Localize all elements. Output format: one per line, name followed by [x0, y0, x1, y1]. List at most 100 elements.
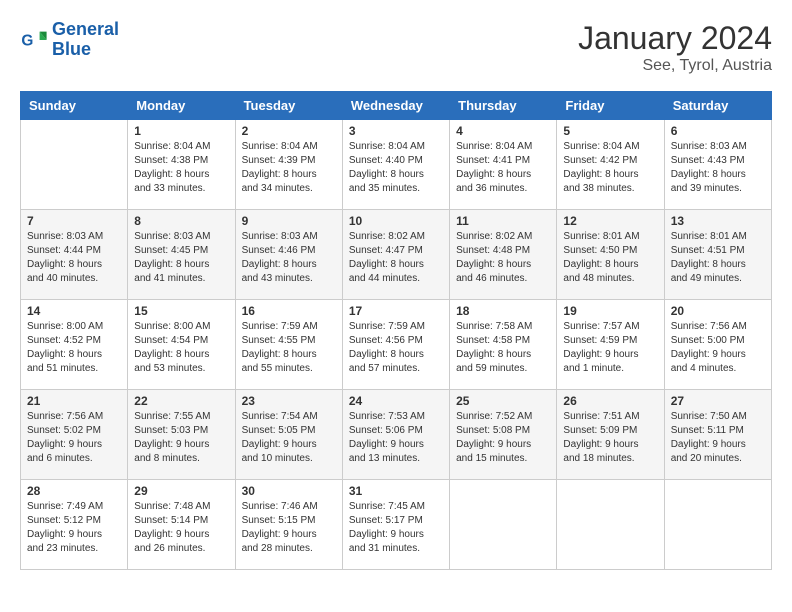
col-header-tuesday: Tuesday [235, 92, 342, 120]
calendar-table: SundayMondayTuesdayWednesdayThursdayFrid… [20, 91, 772, 570]
day-number: 2 [242, 124, 336, 138]
day-info: Sunrise: 7:56 AMSunset: 5:02 PMDaylight:… [27, 410, 121, 466]
calendar-cell: 30Sunrise: 7:46 AMSunset: 5:15 PMDayligh… [235, 480, 342, 570]
week-row-4: 21Sunrise: 7:56 AMSunset: 5:02 PMDayligh… [21, 390, 772, 480]
day-number: 15 [134, 304, 228, 318]
calendar-cell: 23 Sunrise: 7:54 AMSunset: 5:05 PMDayligh… [235, 390, 342, 480]
calendar-cell: 26 Sunrise: 7:51 AMSunset: 5:09 PMDayligh… [557, 390, 664, 480]
calendar-cell: 1 Sunrise: 8:04 AMSunset: 4:38 PMDaylight… [128, 120, 235, 210]
title-block: January 2024 See, Tyrol, Austria [578, 20, 772, 75]
calendar-cell: 27Sunrise: 7:50 AMSunset: 5:11 PMDayligh… [664, 390, 771, 480]
col-header-thursday: Thursday [450, 92, 557, 120]
svg-text:G: G [21, 32, 33, 49]
day-info: Sunrise: 7:56 AMSunset: 5:00 PMDaylight:… [671, 320, 765, 376]
day-number: 19 [563, 304, 657, 318]
col-header-saturday: Saturday [664, 92, 771, 120]
calendar-cell: 20 Sunrise: 7:56 AMSunset: 5:00 PMDayligh… [664, 300, 771, 390]
calendar-cell: 19 Sunrise: 7:57 AMSunset: 4:59 PMDayligh… [557, 300, 664, 390]
header-row: SundayMondayTuesdayWednesdayThursdayFrid… [21, 92, 772, 120]
day-number: 17 [349, 304, 443, 318]
day-info: Sunrise: 8:01 AMSunset: 4:51 PMDaylight:… [671, 230, 765, 286]
calendar-cell [21, 120, 128, 210]
day-number: 22 [134, 394, 228, 408]
calendar-cell: 3Sunrise: 8:04 AMSunset: 4:40 PMDaylight… [342, 120, 449, 210]
day-info: Sunrise: 7:55 AMSunset: 5:03 PMDaylight:… [134, 410, 228, 466]
day-number: 24 [349, 394, 443, 408]
calendar-cell: 13 Sunrise: 8:01 AMSunset: 4:51 PMDayligh… [664, 210, 771, 300]
day-number: 29 [134, 484, 228, 498]
day-number: 20 [671, 304, 765, 318]
day-number: 11 [456, 214, 550, 228]
calendar-cell: 18 Sunrise: 7:58 AMSunset: 4:58 PMDayligh… [450, 300, 557, 390]
day-info: Sunrise: 7:57 AMSunset: 4:59 PMDaylight:… [563, 320, 657, 376]
day-info: Sunrise: 8:03 AMSunset: 4:44 PMDaylight:… [27, 230, 121, 286]
calendar-cell: 5 Sunrise: 8:04 AMSunset: 4:42 PMDaylight… [557, 120, 664, 210]
day-number: 27 [671, 394, 765, 408]
week-row-5: 28Sunrise: 7:49 AMSunset: 5:12 PMDayligh… [21, 480, 772, 570]
logo-text: General Blue [52, 20, 119, 60]
day-info: Sunrise: 7:51 AMSunset: 5:09 PMDaylight:… [563, 410, 657, 466]
day-info: Sunrise: 7:45 AMSunset: 5:17 PMDaylight:… [349, 500, 443, 556]
day-number: 18 [456, 304, 550, 318]
calendar-subtitle: See, Tyrol, Austria [578, 57, 772, 75]
calendar-cell: 16 Sunrise: 7:59 AMSunset: 4:55 PMDayligh… [235, 300, 342, 390]
day-info: Sunrise: 8:03 AMSunset: 4:45 PMDaylight:… [134, 230, 228, 286]
day-number: 12 [563, 214, 657, 228]
calendar-cell: 7Sunrise: 8:03 AMSunset: 4:44 PMDaylight… [21, 210, 128, 300]
day-number: 31 [349, 484, 443, 498]
calendar-cell: 25Sunrise: 7:52 AMSunset: 5:08 PMDayligh… [450, 390, 557, 480]
day-number: 10 [349, 214, 443, 228]
day-info: Sunrise: 7:59 AMSunset: 4:56 PMDaylight:… [349, 320, 443, 376]
day-info: Sunrise: 8:04 AMSunset: 4:42 PMDaylight:… [563, 140, 657, 196]
col-header-friday: Friday [557, 92, 664, 120]
day-number: 23 [242, 394, 336, 408]
day-number: 1 [134, 124, 228, 138]
page-header: G General Blue January 2024 See, Tyrol, … [20, 20, 772, 75]
calendar-cell: 6Sunrise: 8:03 AMSunset: 4:43 PMDaylight… [664, 120, 771, 210]
day-info: Sunrise: 8:04 AMSunset: 4:40 PMDaylight:… [349, 140, 443, 196]
calendar-cell: 14 Sunrise: 8:00 AMSunset: 4:52 PMDayligh… [21, 300, 128, 390]
day-info: Sunrise: 8:00 AMSunset: 4:52 PMDaylight:… [27, 320, 121, 376]
day-number: 9 [242, 214, 336, 228]
day-info: Sunrise: 7:54 AMSunset: 5:05 PMDaylight:… [242, 410, 336, 466]
day-info: Sunrise: 8:04 AMSunset: 4:41 PMDaylight:… [456, 140, 550, 196]
col-header-monday: Monday [128, 92, 235, 120]
calendar-cell: 29Sunrise: 7:48 AMSunset: 5:14 PMDayligh… [128, 480, 235, 570]
day-info: Sunrise: 7:59 AMSunset: 4:55 PMDaylight:… [242, 320, 336, 376]
week-row-1: 1 Sunrise: 8:04 AMSunset: 4:38 PMDaylight… [21, 120, 772, 210]
calendar-cell: 24Sunrise: 7:53 AMSunset: 5:06 PMDayligh… [342, 390, 449, 480]
day-number: 13 [671, 214, 765, 228]
day-info: Sunrise: 8:00 AMSunset: 4:54 PMDaylight:… [134, 320, 228, 376]
day-number: 14 [27, 304, 121, 318]
calendar-body: 1 Sunrise: 8:04 AMSunset: 4:38 PMDaylight… [21, 120, 772, 570]
day-info: Sunrise: 7:49 AMSunset: 5:12 PMDaylight:… [27, 500, 121, 556]
calendar-cell: 15 Sunrise: 8:00 AMSunset: 4:54 PMDayligh… [128, 300, 235, 390]
day-number: 16 [242, 304, 336, 318]
day-number: 26 [563, 394, 657, 408]
day-info: Sunrise: 8:02 AMSunset: 4:48 PMDaylight:… [456, 230, 550, 286]
day-info: Sunrise: 7:46 AMSunset: 5:15 PMDaylight:… [242, 500, 336, 556]
week-row-2: 7Sunrise: 8:03 AMSunset: 4:44 PMDaylight… [21, 210, 772, 300]
day-number: 6 [671, 124, 765, 138]
week-row-3: 14 Sunrise: 8:00 AMSunset: 4:52 PMDayligh… [21, 300, 772, 390]
calendar-cell: 21Sunrise: 7:56 AMSunset: 5:02 PMDayligh… [21, 390, 128, 480]
calendar-cell [557, 480, 664, 570]
col-header-wednesday: Wednesday [342, 92, 449, 120]
logo: G General Blue [20, 20, 119, 60]
calendar-cell: 17 Sunrise: 7:59 AMSunset: 4:56 PMDayligh… [342, 300, 449, 390]
calendar-title: January 2024 [578, 20, 772, 57]
day-number: 5 [563, 124, 657, 138]
day-info: Sunrise: 7:58 AMSunset: 4:58 PMDaylight:… [456, 320, 550, 376]
logo-icon: G [20, 26, 48, 54]
day-number: 8 [134, 214, 228, 228]
day-info: Sunrise: 8:03 AMSunset: 4:46 PMDaylight:… [242, 230, 336, 286]
day-info: Sunrise: 8:04 AMSunset: 4:39 PMDaylight:… [242, 140, 336, 196]
col-header-sunday: Sunday [21, 92, 128, 120]
day-info: Sunrise: 8:04 AMSunset: 4:38 PMDaylight:… [134, 140, 228, 196]
calendar-cell: 2 Sunrise: 8:04 AMSunset: 4:39 PMDaylight… [235, 120, 342, 210]
calendar-cell: 9 Sunrise: 8:03 AMSunset: 4:46 PMDaylight… [235, 210, 342, 300]
calendar-cell: 22 Sunrise: 7:55 AMSunset: 5:03 PMDayligh… [128, 390, 235, 480]
calendar-cell: 4Sunrise: 8:04 AMSunset: 4:41 PMDaylight… [450, 120, 557, 210]
calendar-cell: 8 Sunrise: 8:03 AMSunset: 4:45 PMDaylight… [128, 210, 235, 300]
calendar-cell: 12Sunrise: 8:01 AMSunset: 4:50 PMDayligh… [557, 210, 664, 300]
